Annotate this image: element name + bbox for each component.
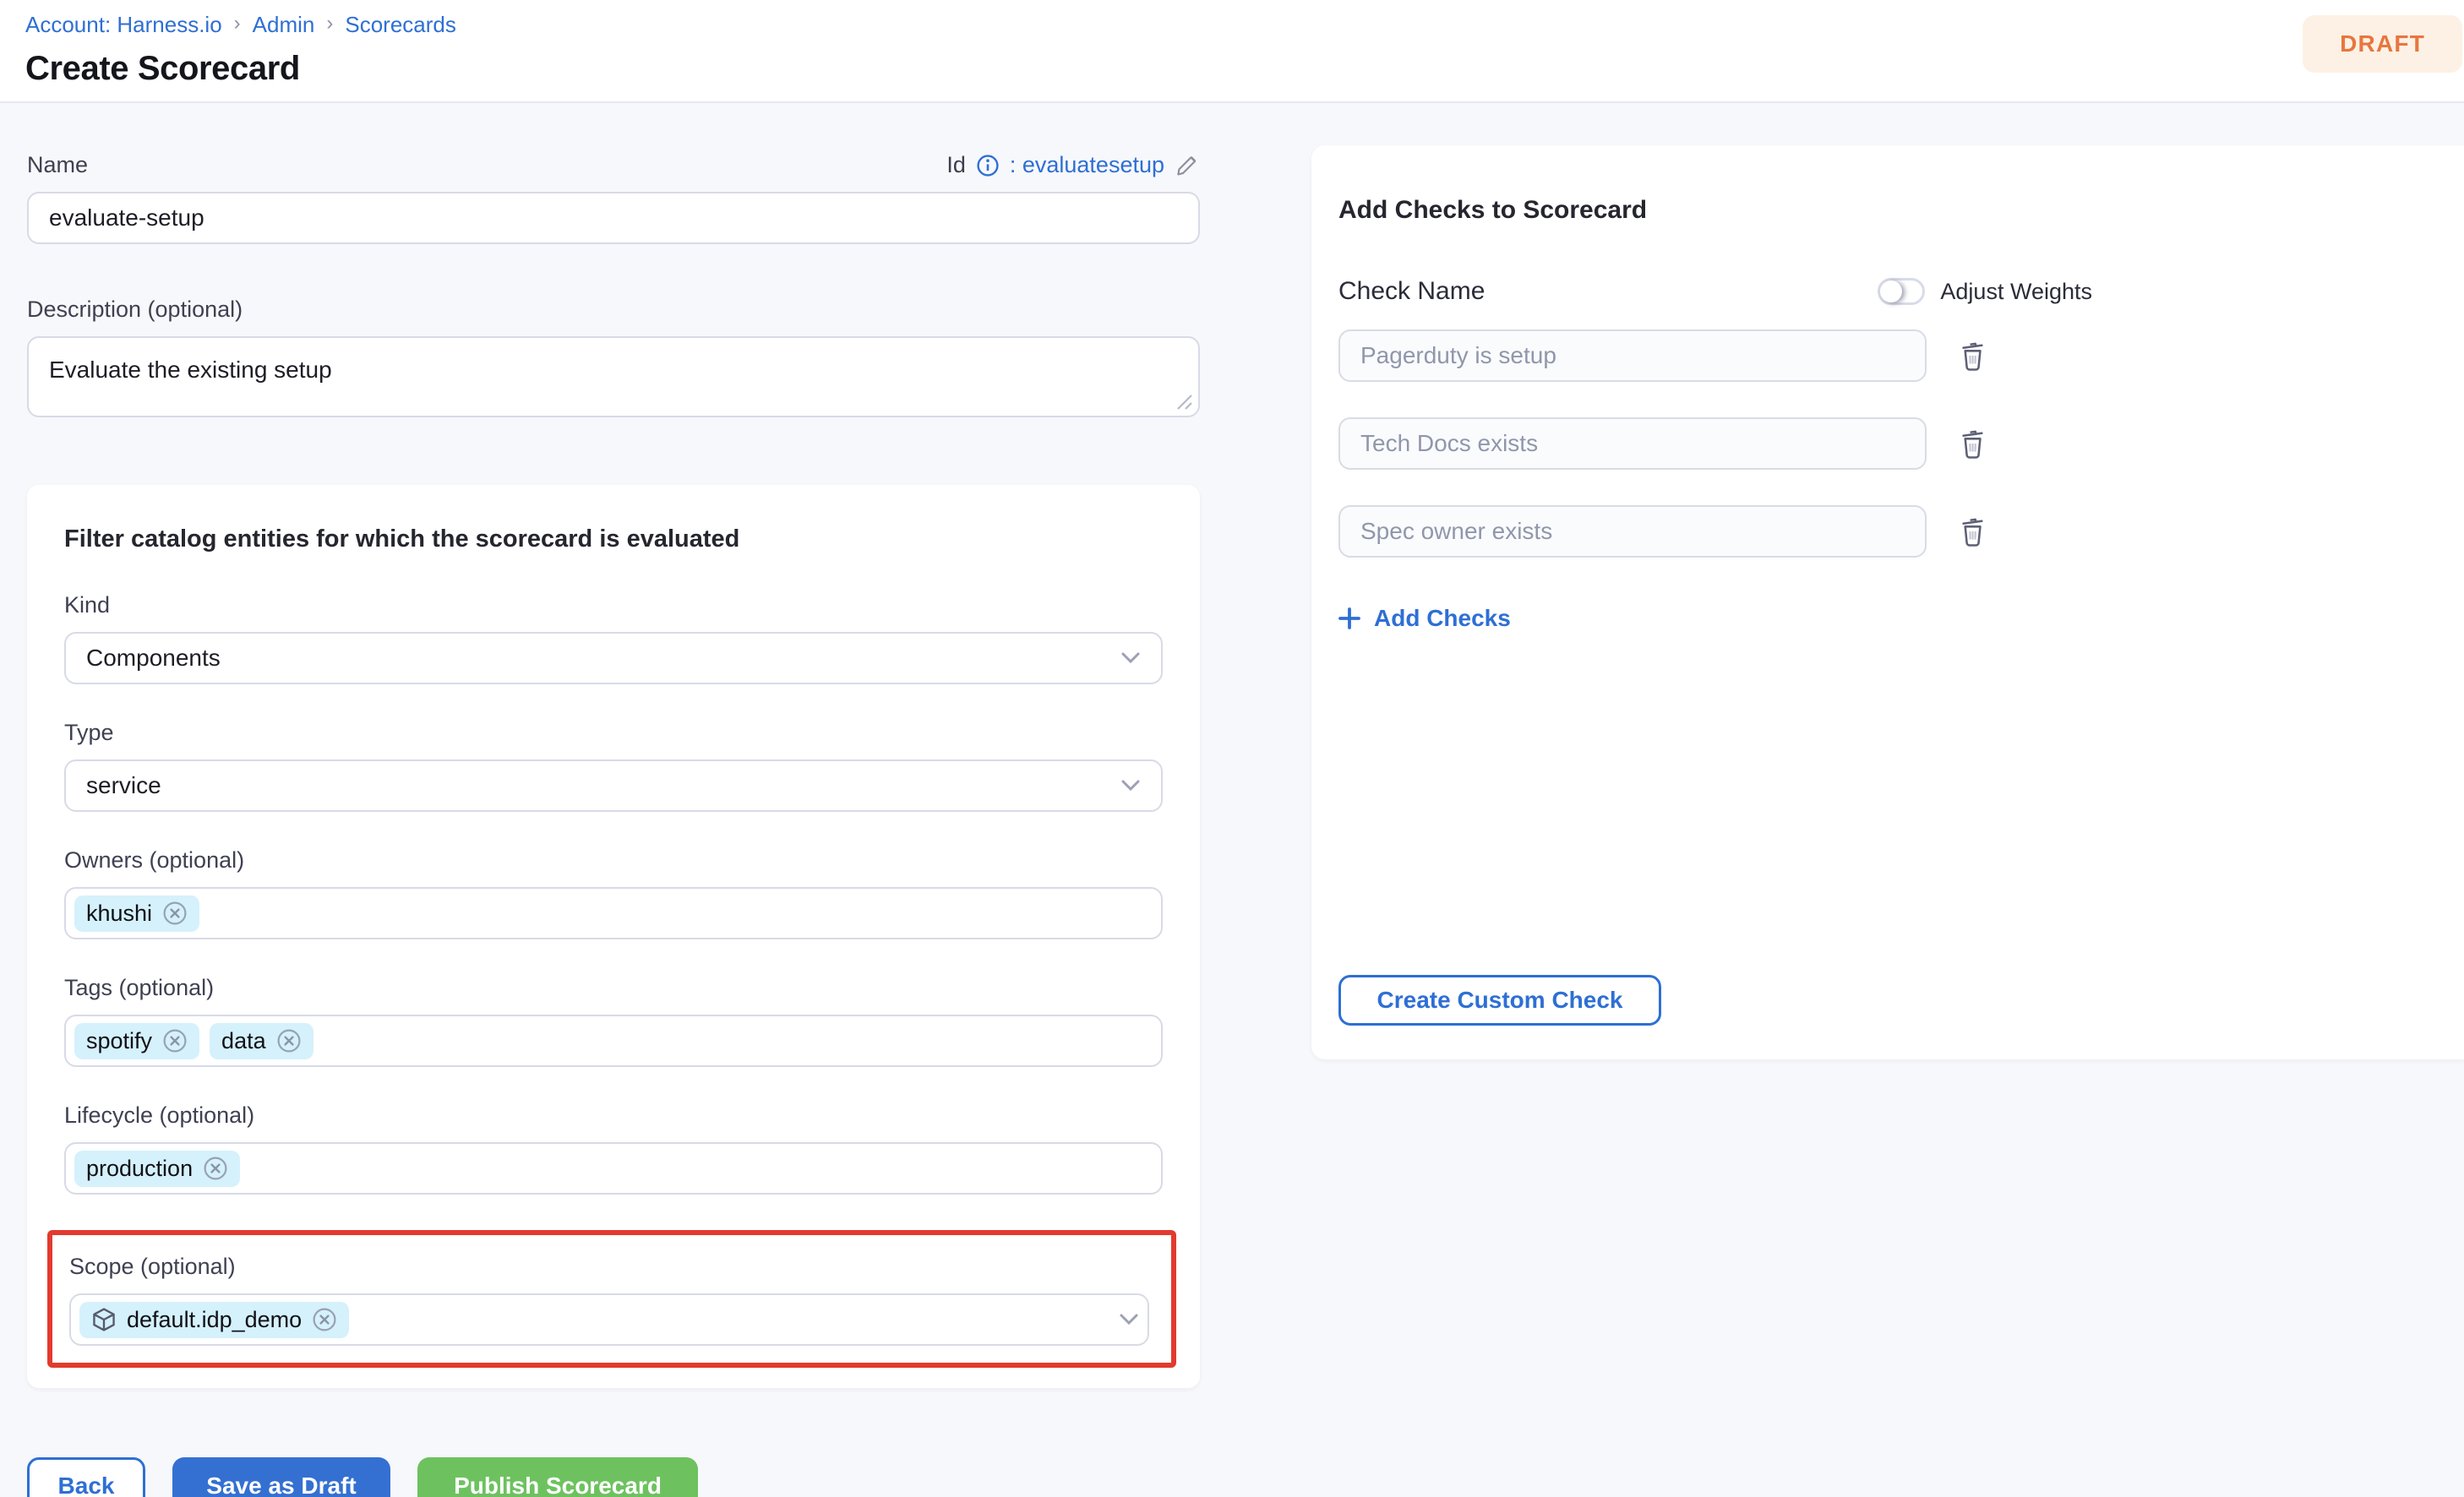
- check-header-row: Check Name Adjust Weights: [1338, 277, 2092, 306]
- chevron-down-icon: [1120, 651, 1141, 665]
- type-label: Type: [64, 720, 1163, 746]
- chevron-down-icon: [1119, 1313, 1139, 1326]
- breadcrumb-account[interactable]: Account: Harness.io: [25, 12, 222, 38]
- tag-chip-label: data: [221, 1028, 266, 1054]
- chip-remove-icon[interactable]: [162, 1028, 188, 1053]
- back-button[interactable]: Back: [27, 1457, 145, 1497]
- annotation-rectangle: Scope (optional) default.idp_demo: [47, 1230, 1176, 1368]
- kind-value: Components: [86, 645, 221, 672]
- owners-label: Owners (optional): [64, 847, 1163, 874]
- breadcrumb-separator-icon: ›: [234, 12, 241, 35]
- page-header: Account: Harness.io › Admin › Scorecards…: [0, 0, 2464, 103]
- owner-chip-label: khushi: [86, 901, 152, 927]
- add-checks-label: Add Checks: [1374, 605, 1511, 632]
- tag-chip: spotify: [74, 1023, 199, 1059]
- plus-icon: [1338, 607, 1360, 629]
- add-checks-panel: Add Checks to Scorecard Check Name Adjus…: [1311, 145, 2464, 1059]
- filter-card: Filter catalog entities for which the sc…: [27, 485, 1200, 1388]
- trash-icon: [1959, 340, 1987, 372]
- check-name-input[interactable]: [1338, 417, 1927, 470]
- name-input[interactable]: [27, 192, 1200, 244]
- lifecycle-chip-label: production: [86, 1156, 193, 1182]
- breadcrumb-separator-icon: ›: [326, 12, 333, 35]
- kind-select[interactable]: Components: [64, 632, 1163, 684]
- lifecycle-chip: production: [74, 1151, 240, 1187]
- id-label: Id: [946, 152, 966, 178]
- breadcrumb: Account: Harness.io › Admin › Scorecards: [25, 12, 2464, 38]
- type-value: service: [86, 772, 161, 799]
- adjust-weights-toggle[interactable]: [1878, 278, 1925, 305]
- scope-chip-label: default.idp_demo: [127, 1307, 302, 1333]
- type-select[interactable]: service: [64, 759, 1163, 812]
- form-actions: Back Save as Draft Publish Scorecard: [27, 1457, 1200, 1497]
- tag-chip: data: [210, 1023, 313, 1059]
- create-custom-check-button[interactable]: Create Custom Check: [1338, 975, 1661, 1026]
- adjust-weights-label: Adjust Weights: [1940, 279, 2092, 305]
- tag-chip-label: spotify: [86, 1028, 152, 1054]
- scope-label: Scope (optional): [69, 1254, 1149, 1280]
- check-row: [1338, 417, 2464, 470]
- description-label: Description (optional): [27, 297, 1200, 323]
- trash-icon: [1959, 427, 1987, 460]
- toggle-knob: [1880, 280, 1902, 302]
- scope-select[interactable]: default.idp_demo: [69, 1293, 1149, 1346]
- pencil-icon[interactable]: [1175, 153, 1200, 178]
- check-name-input[interactable]: [1338, 505, 1927, 558]
- chip-remove-icon[interactable]: [312, 1307, 337, 1332]
- breadcrumb-admin[interactable]: Admin: [253, 12, 315, 38]
- delete-check-button[interactable]: [1959, 340, 1987, 372]
- add-checks-link[interactable]: Add Checks: [1338, 605, 1511, 632]
- name-label: Name: [27, 152, 88, 178]
- resize-handle-icon[interactable]: [1176, 394, 1193, 411]
- check-name-input[interactable]: [1338, 329, 1927, 382]
- save-as-draft-button[interactable]: Save as Draft: [172, 1457, 390, 1497]
- owner-chip: khushi: [74, 895, 199, 932]
- main-content: Name Id : evaluatesetup Description: [0, 103, 2464, 1497]
- delete-check-button[interactable]: [1959, 515, 1987, 547]
- filter-card-title: Filter catalog entities for which the sc…: [64, 525, 1163, 553]
- cube-icon: [91, 1307, 117, 1332]
- chip-remove-icon[interactable]: [276, 1028, 302, 1053]
- tags-input[interactable]: spotify data: [64, 1015, 1163, 1067]
- lifecycle-label: Lifecycle (optional): [64, 1102, 1163, 1129]
- chevron-down-icon: [1120, 779, 1141, 792]
- checks-panel-title: Add Checks to Scorecard: [1338, 196, 2464, 225]
- publish-scorecard-button[interactable]: Publish Scorecard: [417, 1457, 698, 1497]
- id-value-link[interactable]: : evaluatesetup: [1010, 152, 1164, 178]
- description-textarea[interactable]: Evaluate the existing setup: [27, 336, 1200, 417]
- lifecycle-input[interactable]: production: [64, 1142, 1163, 1195]
- info-icon[interactable]: [976, 154, 1000, 177]
- scope-chip: default.idp_demo: [79, 1302, 349, 1338]
- check-row: [1338, 329, 2464, 382]
- chip-remove-icon[interactable]: [162, 901, 188, 926]
- kind-label: Kind: [64, 592, 1163, 618]
- owners-input[interactable]: khushi: [64, 887, 1163, 939]
- page-title: Create Scorecard: [25, 50, 2464, 88]
- status-badge: DRAFT: [2303, 15, 2462, 73]
- breadcrumb-scorecards[interactable]: Scorecards: [345, 12, 456, 38]
- check-row: [1338, 505, 2464, 558]
- description-text: Evaluate the existing setup: [49, 357, 332, 383]
- chip-remove-icon[interactable]: [203, 1156, 228, 1181]
- delete-check-button[interactable]: [1959, 427, 1987, 460]
- create-scorecard-page: Account: Harness.io › Admin › Scorecards…: [0, 0, 2464, 1497]
- check-name-label: Check Name: [1338, 277, 1485, 306]
- scorecard-form: Name Id : evaluatesetup Description: [27, 152, 1200, 1497]
- tags-label: Tags (optional): [64, 975, 1163, 1001]
- trash-icon: [1959, 515, 1987, 547]
- adjust-weights-control: Adjust Weights: [1878, 278, 2092, 305]
- id-row: Id : evaluatesetup: [946, 152, 1200, 178]
